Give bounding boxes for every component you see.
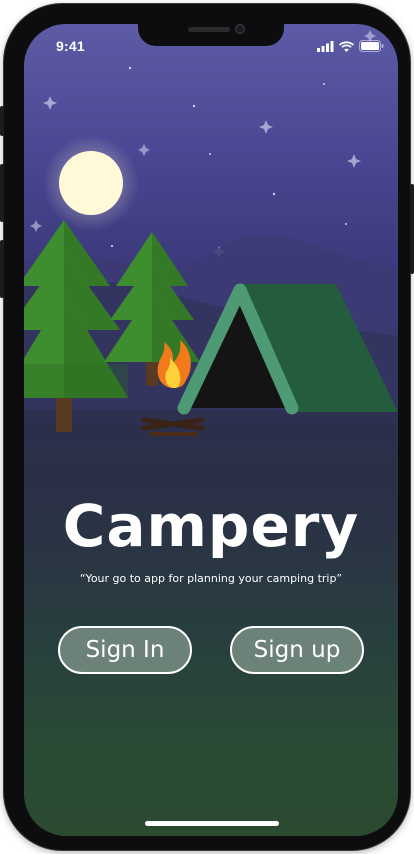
phone-mute-switch	[0, 106, 4, 136]
home-indicator[interactable]	[145, 821, 279, 826]
notch	[138, 24, 284, 46]
status-time: 9:41	[56, 38, 85, 54]
app-screen: 9:41 Campery “Your go to app for plannin…	[24, 24, 398, 836]
phone-volume-down	[0, 240, 4, 298]
sign-up-label: Sign up	[253, 637, 341, 663]
sign-in-button[interactable]: Sign In	[58, 626, 192, 674]
moon-icon	[43, 135, 139, 231]
front-camera	[235, 24, 245, 34]
sign-in-label: Sign In	[85, 637, 165, 663]
camp-scene-illustration	[24, 30, 398, 530]
earpiece-speaker	[188, 27, 230, 32]
app-tagline: “Your go to app for planning your campin…	[79, 572, 343, 585]
phone-volume-up	[0, 164, 4, 222]
phone-power-button	[410, 184, 414, 274]
app-title: Campery	[62, 492, 360, 560]
phone-frame: 9:41 Campery “Your go to app for plannin…	[0, 4, 414, 850]
cellular-signal-icon	[317, 40, 334, 52]
status-icons	[317, 40, 384, 52]
battery-icon	[359, 40, 384, 52]
sign-up-button[interactable]: Sign up	[230, 626, 364, 674]
wifi-icon	[339, 40, 354, 52]
